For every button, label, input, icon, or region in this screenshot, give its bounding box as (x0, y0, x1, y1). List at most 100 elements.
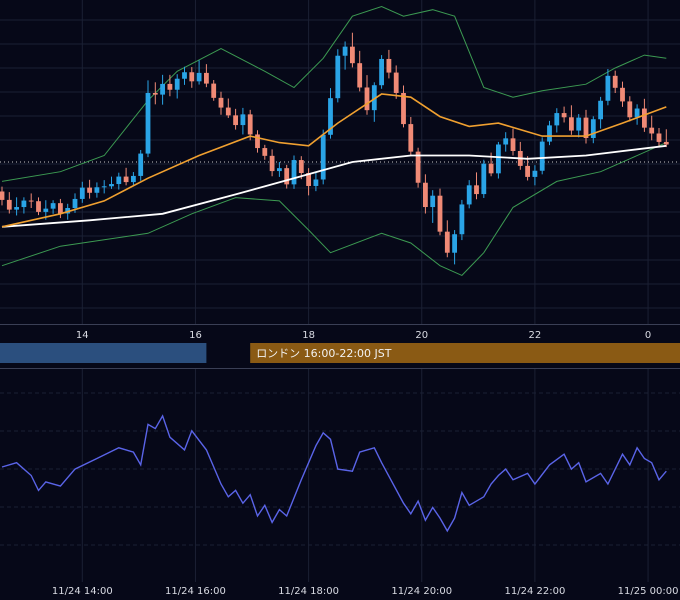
candle-body (21, 200, 27, 208)
x-tick-label: 16 (189, 330, 202, 341)
session-label: ロンドン 16:00-22:00 JST (256, 347, 392, 360)
candle-body (284, 168, 290, 185)
candle-body (364, 87, 370, 111)
candle-body (452, 234, 457, 253)
x-tick-label: 11/24 14:00 (52, 586, 113, 597)
candle-body (123, 176, 129, 183)
candle-body (152, 92, 158, 95)
candle-body (247, 114, 253, 135)
candle-body (430, 195, 436, 208)
candle-body (160, 83, 165, 95)
candle (320, 129, 326, 185)
candle-body (634, 108, 640, 118)
candle-body (561, 113, 567, 118)
candle-body (167, 83, 173, 90)
candle-body (335, 55, 341, 99)
x-tick-label: 11/24 18:00 (278, 586, 339, 597)
candle-body (612, 75, 618, 88)
x-tick-label: 18 (302, 330, 315, 341)
candle-body (269, 155, 275, 172)
candle-body (503, 138, 509, 145)
candle-body (459, 204, 465, 235)
candle-body (576, 117, 582, 131)
candle-body (72, 198, 78, 209)
candle-body (357, 63, 363, 88)
candle-body (393, 72, 399, 93)
candle-body (590, 119, 596, 139)
candle-body (423, 182, 428, 208)
candle-body (58, 203, 63, 214)
candle-body (196, 72, 202, 82)
candle-body (182, 72, 187, 79)
candle-body (313, 179, 319, 186)
chart-canvas: 14 16 18 20 22 0 ロンドン 16:00-22:00 JSTNY 22:00… (0, 0, 680, 600)
candle-body (649, 127, 655, 134)
candle-body (481, 163, 487, 195)
candle-body (101, 186, 107, 188)
candle-body (474, 185, 479, 195)
candle (481, 159, 487, 198)
candle-body (204, 72, 209, 84)
candle-body (277, 168, 282, 172)
candle (539, 137, 545, 175)
candle-body (408, 124, 414, 152)
candle-body (233, 115, 238, 126)
candle-body (225, 107, 231, 116)
candle-body (466, 185, 472, 205)
candle (415, 147, 421, 188)
candle (496, 141, 501, 179)
candle-body (298, 160, 304, 174)
candle-body (350, 46, 355, 64)
candle-body (642, 108, 647, 128)
x-tick-label: 14 (76, 330, 89, 341)
candle-body (569, 117, 574, 131)
candle-body (218, 97, 224, 108)
candle-body (496, 144, 501, 174)
candle-body (342, 46, 348, 56)
session-bar-tokyo (0, 343, 207, 363)
candle-body (547, 125, 552, 142)
trading-chart: 14 16 18 20 22 0 ロンドン 16:00-22:00 JSTNY 22:00… (0, 0, 680, 600)
candle-body (620, 87, 625, 102)
candle-body (109, 184, 114, 187)
candle-body (605, 75, 611, 101)
candle-body (79, 187, 85, 199)
x-tick-label: 0 (645, 330, 651, 341)
candle (335, 49, 341, 103)
candle-body (43, 208, 49, 212)
candle-body (116, 176, 122, 185)
candle-body (488, 163, 494, 174)
candle-body (663, 141, 669, 145)
candle (459, 199, 465, 241)
x-tick-label: 11/24 20:00 (391, 586, 452, 597)
candle-body (255, 134, 260, 149)
candle-body (598, 100, 603, 120)
candle-body (138, 153, 144, 176)
candle-body (291, 160, 297, 185)
candle (379, 55, 384, 89)
candle-body (240, 114, 246, 126)
candle-body (401, 92, 406, 125)
candle-body (532, 170, 538, 177)
x-tick-label: 11/25 00:00 (618, 586, 679, 597)
candle-body (211, 83, 217, 98)
candle-body (437, 195, 443, 232)
candle-body (444, 231, 450, 253)
candle-body (320, 134, 326, 180)
x-tick-label: 11/24 16:00 (165, 586, 226, 597)
candle-body (262, 148, 268, 156)
candle-body (94, 187, 100, 193)
candle-body (14, 207, 19, 210)
session-bar-london: ロンドン 16:00-22:00 JST (250, 343, 680, 363)
candle-body (379, 58, 384, 86)
candle-body (87, 187, 92, 193)
candle-body (510, 138, 516, 151)
candle-body (36, 201, 41, 212)
candle-body (656, 133, 662, 142)
candle-body (131, 175, 136, 183)
candle-body (627, 101, 633, 118)
candle-body (554, 113, 560, 126)
candle-body (539, 141, 545, 171)
x-tick-label: 22 (529, 330, 542, 341)
candle-body (174, 78, 180, 90)
